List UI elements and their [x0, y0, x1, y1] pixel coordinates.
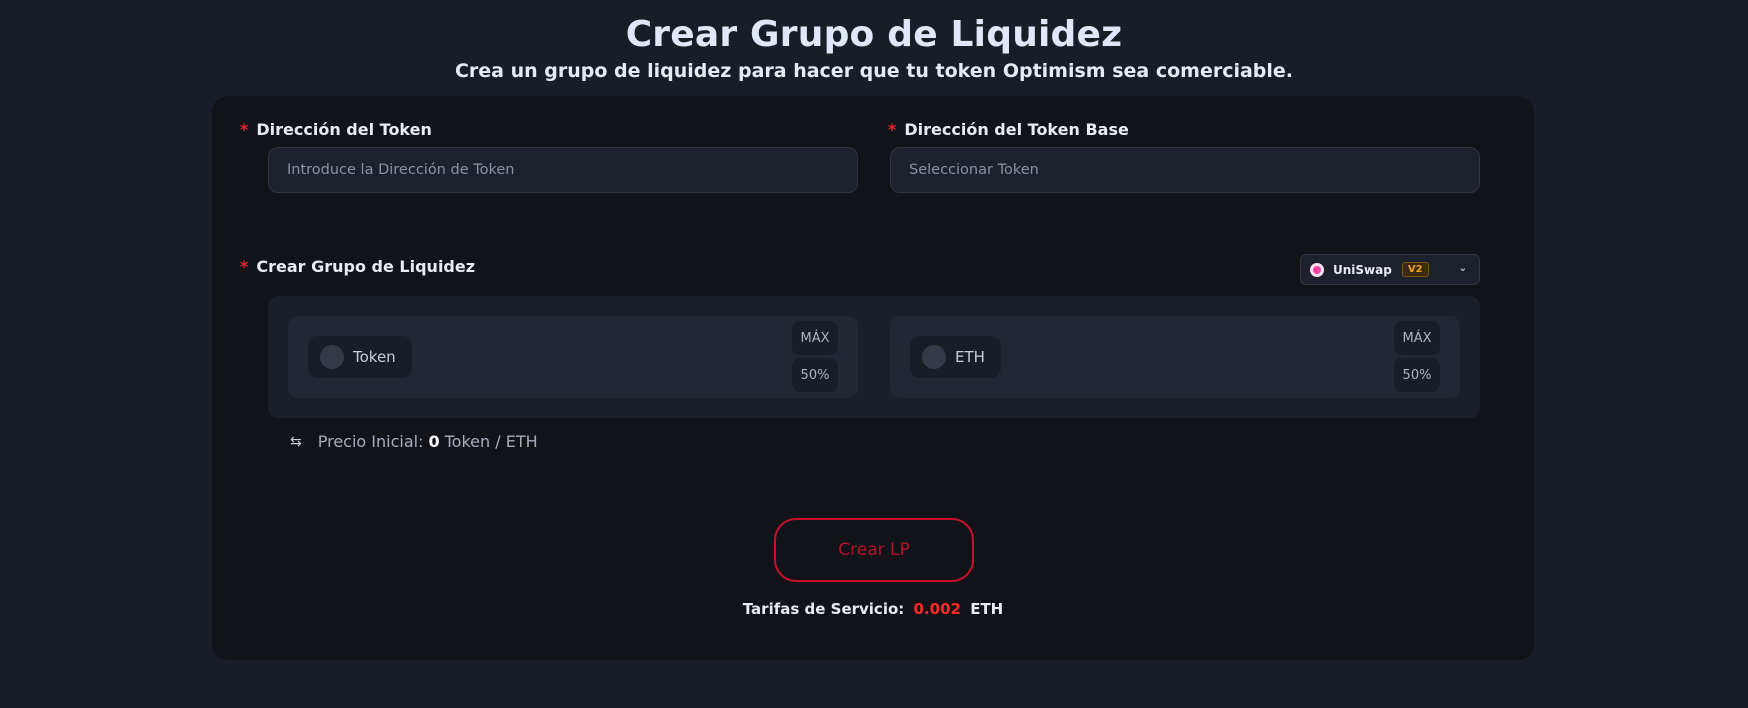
chevron-down-icon: ⌄: [1458, 263, 1467, 274]
service-fees: Tarifas de Servicio: 0.002 ETH: [212, 600, 1534, 618]
eth-select-chip[interactable]: ETH: [910, 336, 1001, 378]
max-button[interactable]: MÁX: [1394, 321, 1440, 355]
uniswap-logo-icon: [1310, 262, 1324, 277]
required-mark: *: [240, 120, 249, 139]
eth-symbol: ETH: [955, 348, 985, 366]
half-button[interactable]: 50%: [1394, 358, 1440, 392]
page-title: Crear Grupo de Liquidez: [625, 14, 1123, 55]
pool-label: * Crear Grupo de Liquidez: [240, 257, 476, 276]
fees-unit: ETH: [970, 600, 1004, 618]
create-lp-button[interactable]: Crear LP: [774, 518, 974, 582]
eth-amount-box[interactable]: ETH MÁX 50%: [890, 316, 1460, 398]
required-mark: *: [240, 257, 249, 276]
max-button[interactable]: MÁX: [792, 321, 838, 355]
token-amount-box[interactable]: Token MÁX 50%: [288, 316, 858, 398]
fees-label: Tarifas de Servicio:: [742, 600, 905, 618]
page-subtitle: Crea un grupo de liquidez para hacer que…: [454, 60, 1294, 82]
initial-price: ⇆ Precio Inicial: 0 Token / ETH: [290, 432, 538, 451]
dex-select[interactable]: UniSwap V2 ⌄: [1300, 254, 1480, 285]
initial-price-label: Precio Inicial:: [317, 432, 424, 451]
dex-name: UniSwap: [1333, 262, 1392, 277]
token-symbol: Token: [353, 348, 396, 366]
token-address-label: * Dirección del Token: [240, 120, 432, 139]
token-select-chip[interactable]: Token: [308, 336, 412, 378]
pool-amounts-panel: Token MÁX 50% ETH MÁX 50%: [268, 296, 1480, 418]
required-mark: *: [888, 120, 897, 139]
base-token-label: * Dirección del Token Base: [888, 120, 1129, 139]
initial-price-value: 0: [428, 432, 440, 451]
liquidity-form-card: * Dirección del Token Introduce la Direcc…: [212, 96, 1534, 660]
half-button[interactable]: 50%: [792, 358, 838, 392]
fees-amount: 0.002: [913, 600, 961, 618]
token-address-input[interactable]: Introduce la Dirección de Token: [268, 147, 858, 193]
page: Crear Grupo de Liquidez Crea un grupo de…: [0, 0, 1748, 708]
swap-arrows-icon[interactable]: ⇆: [290, 434, 302, 450]
eth-placeholder-icon: [922, 345, 946, 369]
dex-version-badge: V2: [1401, 262, 1429, 277]
base-token-select[interactable]: Seleccionar Token: [890, 147, 1480, 193]
token-placeholder-icon: [320, 345, 344, 369]
initial-price-pair: Token / ETH: [444, 432, 538, 451]
